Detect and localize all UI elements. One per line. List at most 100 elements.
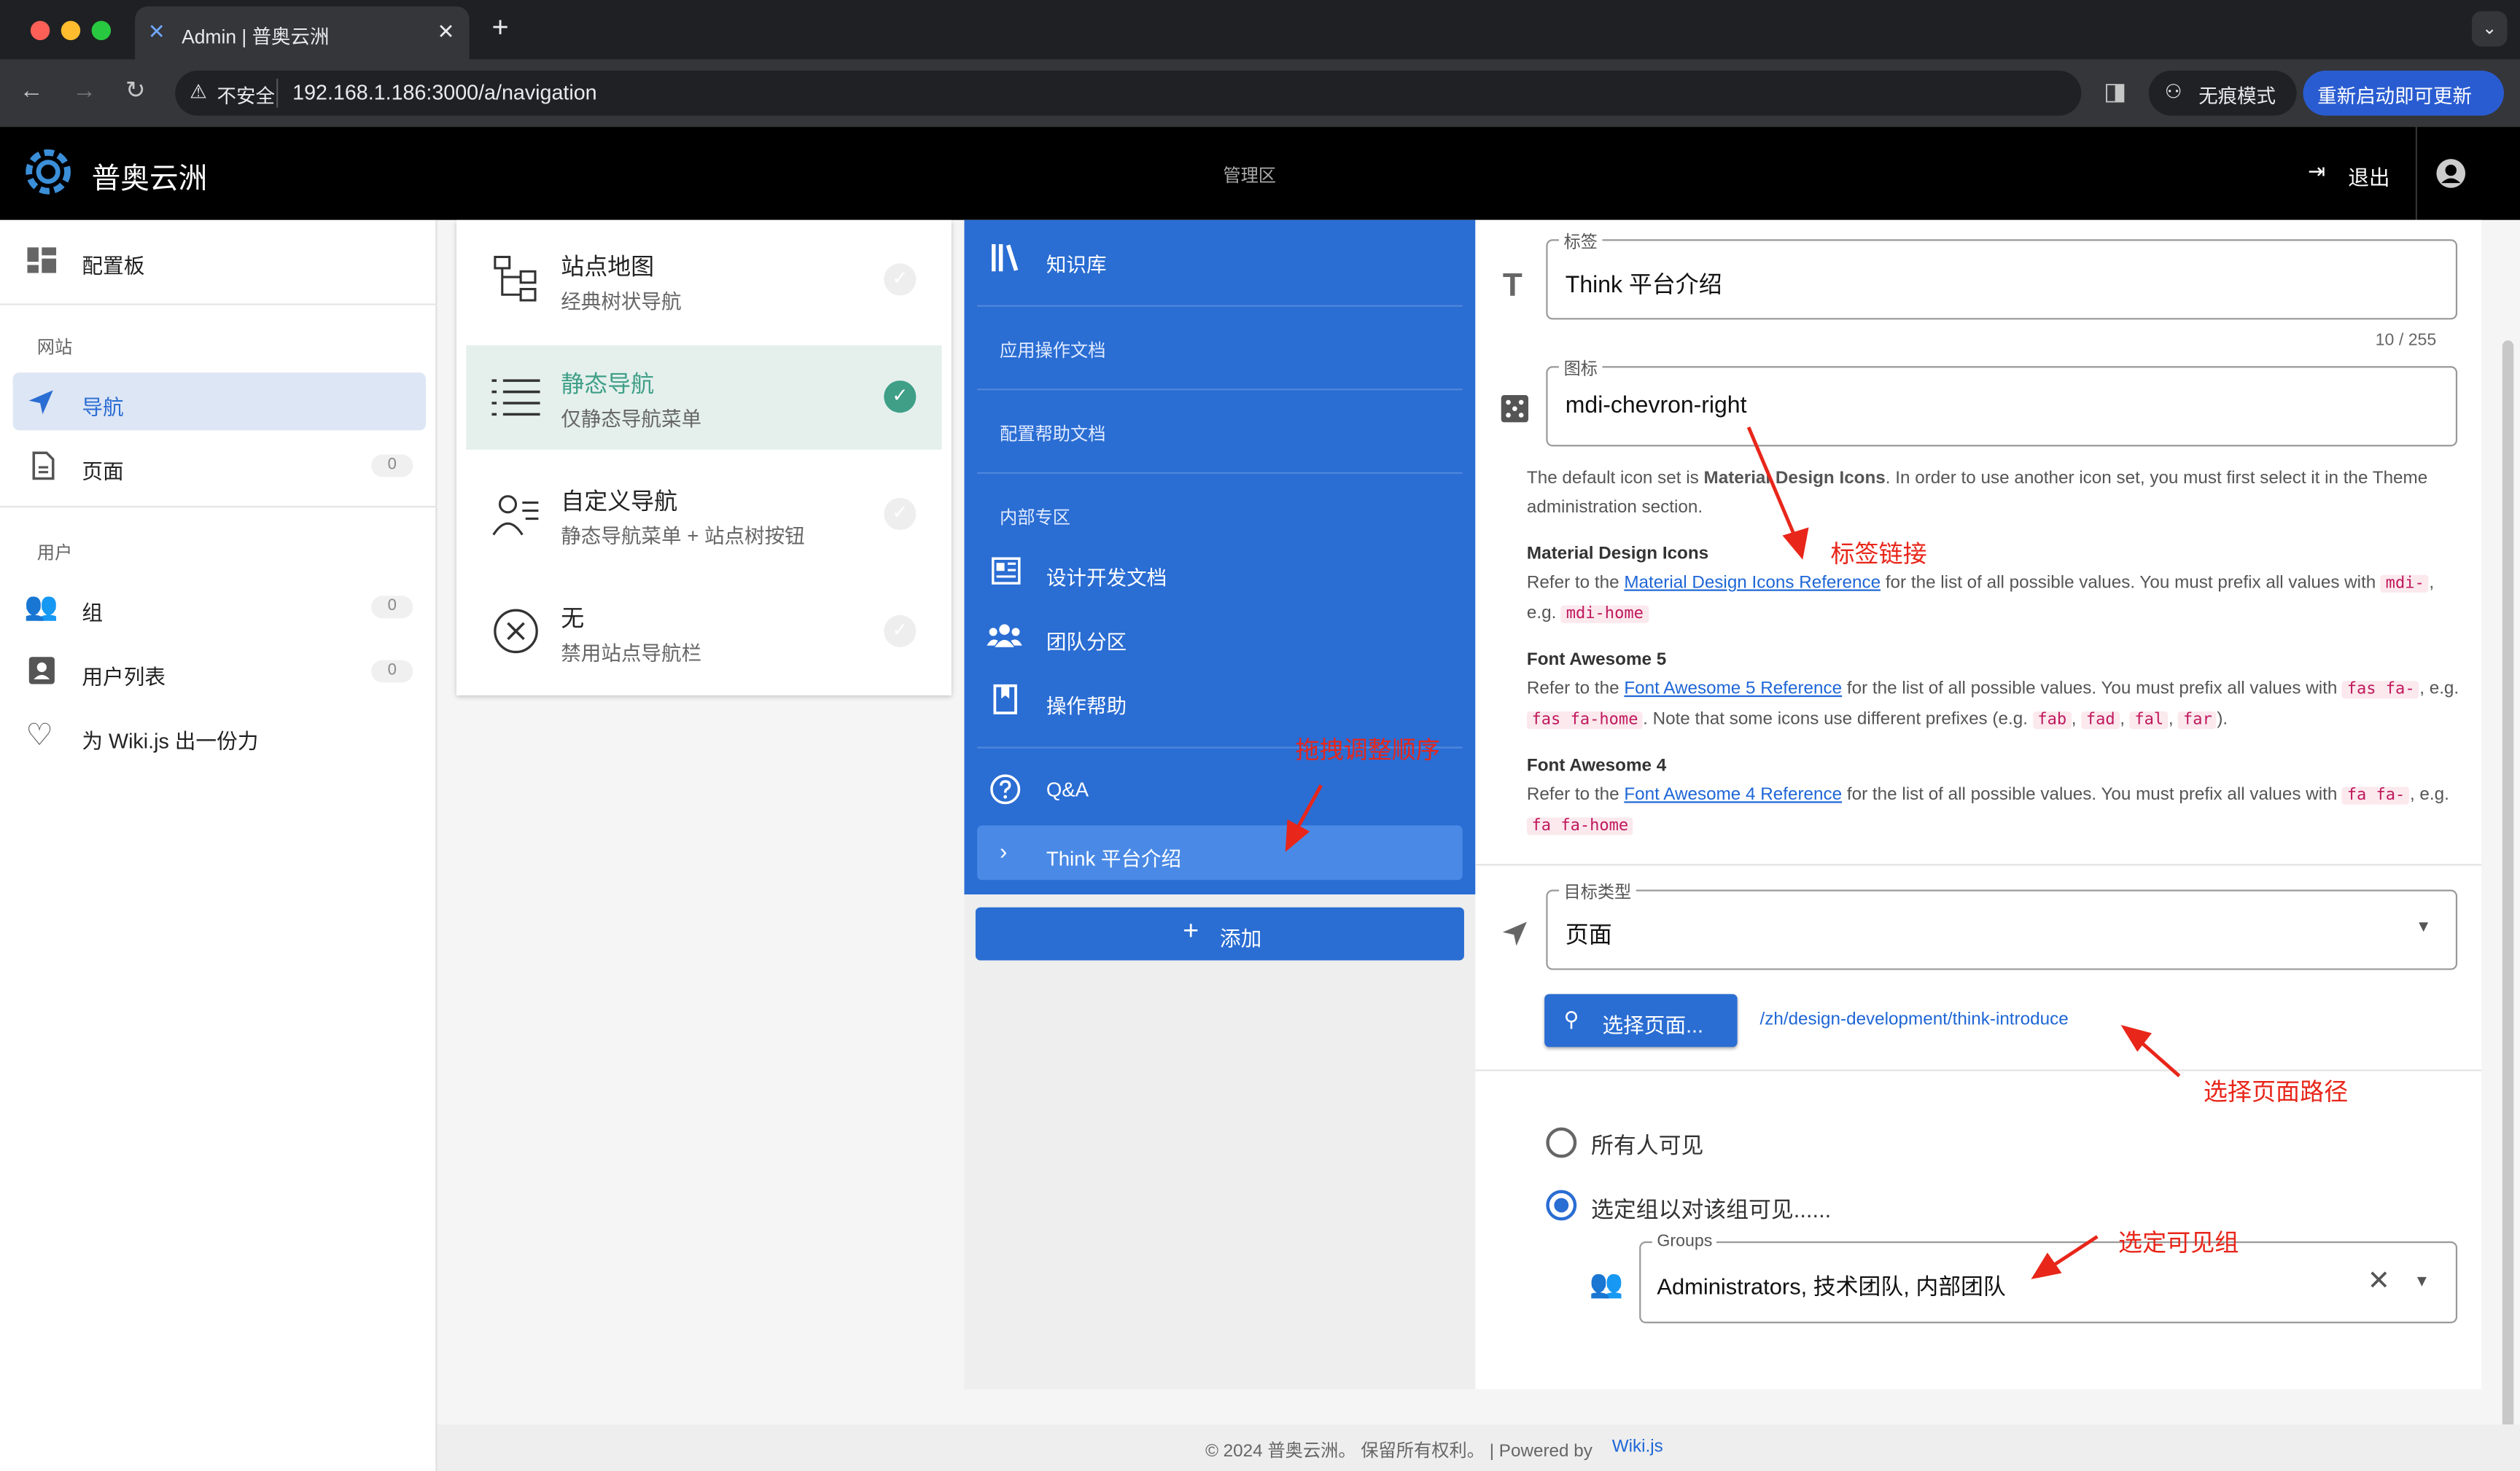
sidebar-label: 为 Wiki.js 出一份力 bbox=[82, 729, 259, 754]
code-snippet: fas fa-home bbox=[1526, 711, 1644, 730]
fa4-reference-link[interactable]: Font Awesome 4 Reference bbox=[1624, 785, 1842, 804]
visibility-all-radio[interactable] bbox=[1546, 1127, 1577, 1158]
forward-icon[interactable]: → bbox=[72, 77, 96, 104]
address-bar[interactable]: ⚠ 不安全 192.168.1.186:3000/a/navigation bbox=[175, 70, 2082, 116]
sidebar-item-groups[interactable]: 👥 组 0 bbox=[13, 578, 426, 636]
app-header: 普奥云洲 管理区 ⇥ 退出 bbox=[0, 127, 2520, 220]
clear-icon[interactable]: ✕ bbox=[2368, 1265, 2390, 1298]
security-label[interactable]: 不安全 bbox=[217, 82, 275, 109]
page-scrollbar[interactable] bbox=[2502, 340, 2514, 1465]
logo-icon[interactable] bbox=[23, 146, 74, 197]
sidebar-divider bbox=[0, 505, 438, 508]
check-icon: ✓ bbox=[884, 381, 917, 413]
sidebar-item-users[interactable]: 用户列表 0 bbox=[13, 642, 426, 700]
dropdown-arrow-icon[interactable]: ▼ bbox=[2414, 1273, 2430, 1291]
logout-icon[interactable]: ⇥ bbox=[2308, 159, 2325, 184]
mode-subtitle: 仅静态导航菜单 bbox=[561, 407, 702, 431]
help-text: , e.g. bbox=[2419, 679, 2459, 699]
maximize-window-icon[interactable] bbox=[91, 20, 112, 41]
sidebar-item-dashboard[interactable]: 配置板 bbox=[13, 231, 426, 289]
update-label: 重新启动即可更新 bbox=[2317, 85, 2472, 108]
sidebar-divider bbox=[0, 303, 438, 305]
code-snippet: fa fa- bbox=[2342, 787, 2410, 805]
sidebar-section-users: 用户 bbox=[36, 544, 73, 564]
side-panel-icon[interactable]: ◨ bbox=[2104, 77, 2126, 106]
target-type-select[interactable]: 页面 ▼ bbox=[1546, 889, 2458, 970]
minimize-window-icon[interactable] bbox=[61, 20, 81, 41]
code-snippet: mdi- bbox=[2381, 574, 2430, 593]
team-icon bbox=[987, 624, 1022, 647]
mdi-reference-link[interactable]: Material Design Icons Reference bbox=[1624, 574, 1881, 593]
sidebar-label: 页面 bbox=[82, 459, 124, 484]
visibility-groups-radio[interactable] bbox=[1546, 1190, 1577, 1221]
target-arrow-icon bbox=[1502, 921, 1527, 946]
annotation-choose-path: 选择页面路径 bbox=[2203, 1079, 2349, 1107]
fa5-reference-link[interactable]: Font Awesome 5 Reference bbox=[1624, 679, 1842, 698]
mode-option-none[interactable]: 无 禁用站点导航栏 ✓ bbox=[466, 580, 941, 684]
icon-field[interactable]: mdi-chevron-right bbox=[1546, 366, 2458, 447]
nav-item-design[interactable]: 设计开发文档 bbox=[964, 539, 1475, 604]
tab-search-icon[interactable]: ⌄ bbox=[2471, 11, 2508, 47]
code-snippet: fa fa-home bbox=[1526, 817, 1633, 835]
nav-header[interactable]: 应用操作文档 bbox=[1000, 337, 1105, 363]
incognito-badge[interactable]: ⚇ 无痕模式 bbox=[2148, 70, 2297, 116]
label-field-caption: 标签 bbox=[1558, 230, 1603, 254]
mode-title: 静态导航 bbox=[561, 372, 655, 399]
nav-header[interactable]: 内部专区 bbox=[1000, 504, 1070, 530]
footer-text: © 2024 普奥云洲。 保留所有权利。 | Powered by bbox=[1205, 1442, 1592, 1462]
nav-item-kb[interactable]: 知识库 bbox=[964, 227, 1475, 291]
help-text: . Note that some icons use different pre… bbox=[1643, 709, 2028, 730]
nav-item-label: 团队分区 bbox=[1046, 631, 1127, 654]
code-snippet: fad bbox=[2081, 711, 2120, 730]
page-path[interactable]: /zh/design-development/think-introduce bbox=[1759, 1010, 2068, 1029]
nav-item-team[interactable]: 团队分区 bbox=[964, 604, 1475, 668]
new-tab-icon[interactable]: + bbox=[491, 11, 508, 44]
nav-header[interactable]: 配置帮助文档 bbox=[1000, 421, 1105, 446]
visibility-all-label: 所有人可见 bbox=[1591, 1132, 1704, 1158]
code-snippet: fab bbox=[2032, 711, 2072, 730]
help-text: ). bbox=[2217, 709, 2228, 730]
app-name[interactable]: 普奥云洲 bbox=[92, 156, 208, 198]
add-nav-item-button[interactable]: + 添加 bbox=[975, 907, 1464, 961]
mode-option-sitemap[interactable]: 站点地图 经典树状导航 ✓ bbox=[466, 228, 941, 332]
reload-icon[interactable]: ↻ bbox=[125, 76, 146, 104]
dropdown-arrow-icon: ▼ bbox=[2415, 918, 2432, 937]
nav-item-think[interactable]: › Think 平台介绍 bbox=[977, 825, 1463, 881]
sidebar-item-pages[interactable]: 页面 0 bbox=[13, 437, 426, 494]
mode-option-custom[interactable]: 自定义导航 静态导航菜单 + 站点树按钮 ✓ bbox=[466, 462, 941, 566]
header-divider bbox=[2415, 127, 2417, 220]
groups-select[interactable]: Administrators, 技术团队, 内部团队 ✕ ▼ bbox=[1639, 1241, 2458, 1324]
account-icon[interactable] bbox=[2435, 157, 2467, 190]
sidebar-label: 用户列表 bbox=[82, 665, 166, 690]
help-text: for the list of all possible values. You… bbox=[1885, 573, 2376, 593]
logout-label[interactable]: 退出 bbox=[2348, 160, 2389, 191]
icon-field-caption: 图标 bbox=[1558, 356, 1603, 381]
back-icon[interactable]: ← bbox=[19, 77, 43, 104]
select-page-button[interactable]: ⚲ 选择页面... bbox=[1544, 994, 1738, 1047]
help-text: Refer to the bbox=[1526, 573, 1619, 593]
nav-item-help[interactable]: 操作帮助 bbox=[964, 668, 1475, 732]
close-window-icon[interactable] bbox=[30, 20, 50, 41]
mode-option-static[interactable]: 静态导航 仅静态导航菜单 ✓ bbox=[466, 345, 942, 450]
mdi-heading: Material Design Icons bbox=[1526, 544, 1709, 564]
fa5-help: Refer to the Font Awesome 5 Reference fo… bbox=[1526, 679, 2459, 730]
visibility-groups-label: 选定组以对该组可见...... bbox=[1591, 1196, 1832, 1222]
wiki-favicon-icon: ✕ bbox=[147, 19, 166, 44]
label-field[interactable]: Think 平台介绍 bbox=[1546, 239, 2458, 320]
browser-tab[interactable]: ✕ Admin | 普奥云洲 ✕ bbox=[135, 6, 470, 60]
page-footer: © 2024 普奥云洲。 保留所有权利。 | Powered by Wiki.j… bbox=[437, 1424, 2520, 1471]
sidebar-item-contribute[interactable]: ♡ 为 Wiki.js 出一份力 bbox=[13, 706, 426, 764]
sidebar-item-navigation[interactable]: 导航 bbox=[12, 372, 427, 431]
form-divider bbox=[1475, 864, 2482, 866]
url-text[interactable]: 192.168.1.186:3000/a/navigation bbox=[292, 80, 596, 104]
nav-item-label: 设计开发文档 bbox=[1046, 566, 1167, 590]
update-button[interactable]: 重新启动即可更新 bbox=[2303, 70, 2504, 116]
close-tab-icon[interactable]: ✕ bbox=[438, 19, 455, 44]
text-format-icon: T bbox=[1502, 268, 1522, 304]
target-type-value: 页面 bbox=[1565, 923, 1612, 950]
users-count-badge: 0 bbox=[371, 660, 413, 683]
code-snippet: mdi-home bbox=[1561, 606, 1649, 623]
sitemap-icon bbox=[494, 255, 537, 302]
nav-items-list: 知识库 应用操作文档 配置帮助文档 内部专区 设计开发文档 团队分区 操作帮助 … bbox=[964, 219, 1476, 895]
footer-link[interactable]: Wiki.js bbox=[1612, 1437, 1663, 1456]
